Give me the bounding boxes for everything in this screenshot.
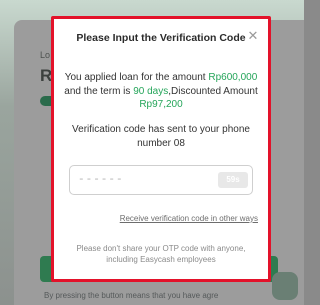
background-corner-icon <box>272 272 298 300</box>
otp-input[interactable] <box>78 172 198 188</box>
code-sent-message: Verification code has sent to your phone… <box>72 124 250 149</box>
otp-field: 59s <box>69 165 253 195</box>
loan-amount: Rp600,000 <box>208 72 258 83</box>
background-footer-text: By pressing the button means that you ha… <box>44 291 219 300</box>
background-label: Lo <box>40 50 51 60</box>
discounted-amount: Rp97,200 <box>139 99 183 110</box>
discount-label: ,Discounted Amount <box>168 85 258 97</box>
resend-countdown-button[interactable]: 59s <box>218 172 248 188</box>
close-icon[interactable]: ✕ <box>247 29 259 43</box>
other-ways-link[interactable]: Receive verification code in other ways <box>98 214 258 223</box>
loan-info-text: You applied loan for the amount Rp600,00… <box>64 71 258 112</box>
info-prefix: You applied loan for the amount <box>64 72 206 83</box>
verification-modal: Please Input the Verification Code ✕ You… <box>51 16 271 282</box>
otp-warning-text: Please don't share your OTP code with an… <box>76 244 246 264</box>
modal-title: Please Input the Verification Code <box>76 32 246 44</box>
term-prefix: and the term is <box>64 85 131 97</box>
loan-term: 90 days <box>133 85 169 97</box>
